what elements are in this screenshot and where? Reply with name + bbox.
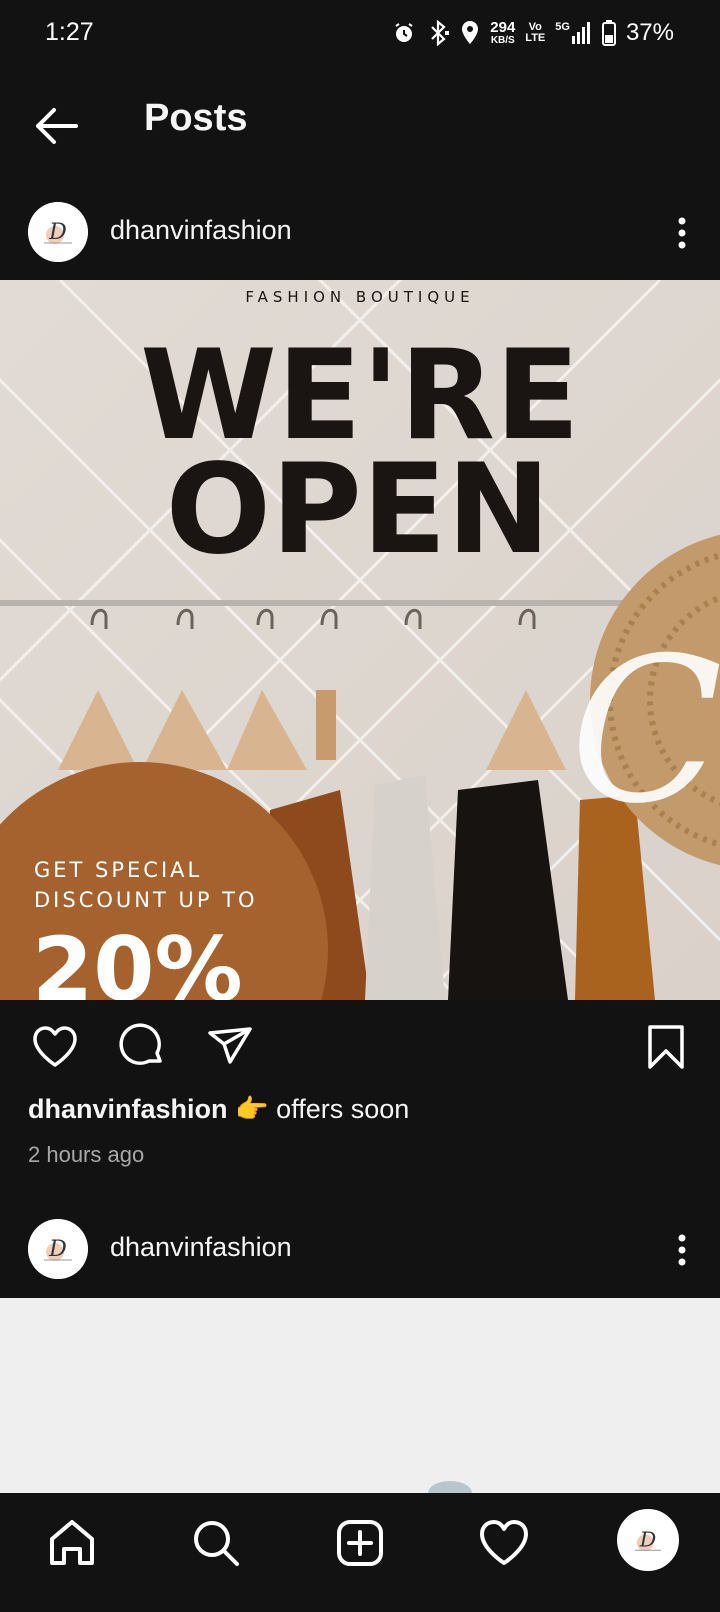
status-bar: 1:27 294 KB/S Vo LTE 5G 37% [0,0,720,66]
search-icon[interactable] [188,1515,244,1571]
heart-icon[interactable] [30,1022,80,1072]
profile-avatar-icon[interactable]: D [617,1509,679,1571]
svg-text:D: D [48,1237,67,1262]
boutique-logo: D [28,1219,88,1279]
status-icons: 294 KB/S Vo LTE 5G 37% [392,16,674,50]
alarm-icon [395,23,413,42]
signal-icon [571,22,590,44]
post-image[interactable]: Co DHANVIN FASHION BOUTIQUE WE'RE OPEN G… [0,280,720,1000]
post-actions [0,1004,720,1084]
caption-text: offers soon [276,1094,410,1124]
post-header: D dhanvinfashion [0,185,720,281]
top-bar: Posts [0,66,720,181]
post-image[interactable] [0,1298,720,1505]
caption-username[interactable]: dhanvinfashion [28,1094,228,1124]
network-type: 5G [555,21,570,33]
boutique-logo: D [620,1512,676,1568]
svg-text:D: D [48,220,67,245]
volte-bottom: LTE [525,32,546,44]
post-image-art [428,1481,472,1505]
location-icon [462,21,479,44]
boutique-logo: D [28,202,88,262]
battery-icon [601,20,616,46]
avatar[interactable]: D [28,202,88,262]
volte-indicator: Vo LTE [525,22,545,44]
promo-line-1: GET SPECIAL [34,858,202,882]
post-timestamp: 2 hours ago [28,1142,145,1167]
net-speed-value: 294 [490,19,516,36]
comment-icon[interactable] [117,1022,167,1072]
post-header: D dhanvinfashion [0,1202,720,1298]
status-time: 1:27 [45,18,94,46]
send-icon[interactable] [205,1022,255,1072]
post-caption: dhanvinfashion 👉 offers soon [28,1093,409,1125]
bluetooth-icon [431,20,450,46]
script-text: Co [570,615,720,848]
battery-percent: 37% [625,19,674,46]
post-username[interactable]: dhanvinfashion [110,215,292,246]
brand-subtitle: FASHION BOUTIQUE [245,288,474,306]
signal-indicator: 5G [555,22,592,44]
avatar[interactable]: D [28,1219,88,1279]
network-speed: 294 KB/S [490,20,515,46]
arrow-left-icon[interactable] [30,100,82,152]
plus-square-icon[interactable] [332,1515,388,1571]
headline-line-2: OPEN [166,438,551,582]
promo-line-2: DISCOUNT UP TO [34,888,258,912]
bookmark-icon[interactable] [641,1022,691,1072]
post-image-art: Co DHANVIN FASHION BOUTIQUE WE'RE OPEN G… [0,280,720,1000]
caption-emoji: 👉 [235,1094,269,1124]
home-icon[interactable] [44,1515,100,1571]
page-title: Posts [144,97,248,139]
more-vertical-icon[interactable] [674,1230,690,1270]
net-speed-unit: KB/S [490,35,515,46]
heart-icon[interactable] [476,1515,532,1571]
svg-text:D: D [639,1528,656,1552]
promo-value: 20% [32,918,243,1000]
bottom-navigation: D [0,1493,720,1612]
post-username[interactable]: dhanvinfashion [110,1232,292,1263]
more-vertical-icon[interactable] [674,213,690,253]
